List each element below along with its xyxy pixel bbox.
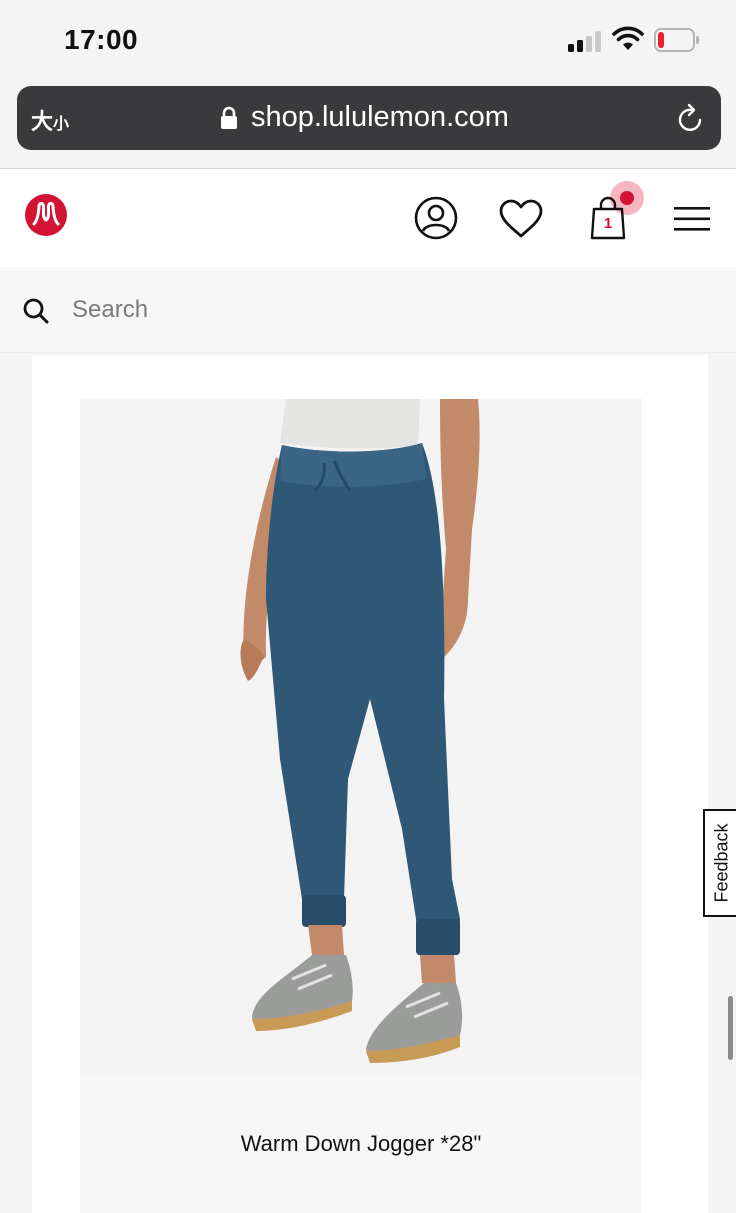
scroll-indicator[interactable]	[728, 996, 733, 1060]
lululemon-logo-icon[interactable]	[24, 193, 68, 237]
product-image[interactable]	[80, 399, 642, 1075]
feedback-tab[interactable]: Feedback	[703, 809, 736, 917]
text-size-button[interactable]: 大小	[31, 104, 69, 136]
bag-notification-dot	[620, 191, 634, 205]
url-text[interactable]: shop.lululemon.com	[251, 101, 509, 134]
product-name[interactable]: Warm Down Jogger *28"	[80, 1131, 642, 1157]
site-header: 1	[0, 169, 736, 267]
account-icon[interactable]	[414, 196, 458, 240]
search-input[interactable]	[62, 287, 702, 333]
battery-icon	[654, 28, 699, 52]
lock-icon	[221, 106, 237, 129]
hamburger-menu-icon[interactable]	[672, 204, 712, 234]
bag-count: 1	[603, 215, 613, 232]
address-bar[interactable]: 大小 shop.lululemon.com	[17, 86, 721, 150]
product-info: Warm Down Jogger *28"	[80, 1075, 642, 1213]
status-bar: 17:00	[0, 0, 736, 80]
wifi-icon	[612, 26, 644, 50]
reload-icon[interactable]	[675, 103, 707, 135]
cellular-signal-icon	[568, 30, 602, 52]
search-icon[interactable]	[22, 297, 50, 325]
heart-icon[interactable]	[498, 198, 544, 240]
status-time: 17:00	[64, 24, 139, 55]
feedback-label: Feedback	[711, 823, 732, 903]
search-bar	[0, 267, 736, 353]
shopping-bag-button[interactable]: 1	[586, 181, 648, 251]
product-card[interactable]: Warm Down Jogger *28"	[32, 355, 708, 1213]
